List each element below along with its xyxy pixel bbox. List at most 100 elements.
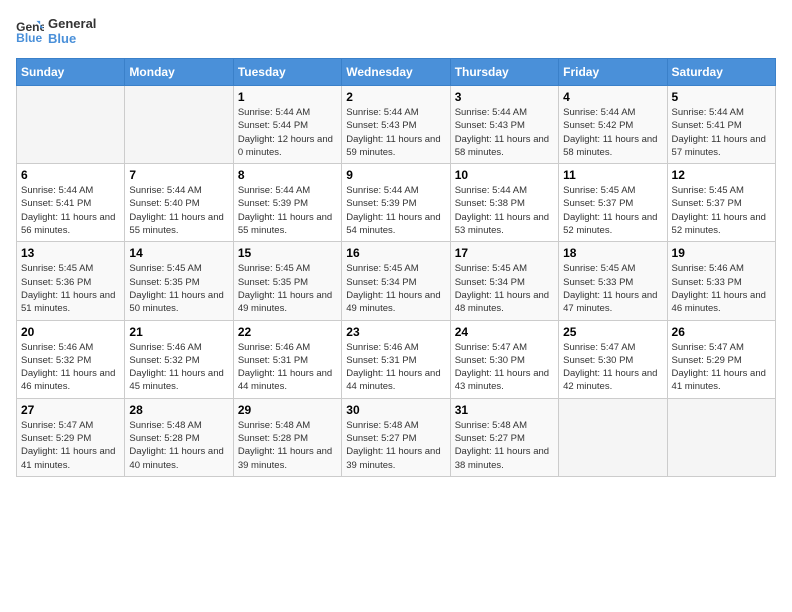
- calendar-week-row: 20 Sunrise: 5:46 AMSunset: 5:32 PMDayligh…: [17, 320, 776, 398]
- calendar-body: 1 Sunrise: 5:44 AMSunset: 5:44 PMDaylight…: [17, 86, 776, 477]
- day-info: Sunrise: 5:48 AMSunset: 5:28 PMDaylight:…: [238, 419, 337, 472]
- day-number: 28: [129, 403, 228, 417]
- calendar-cell: 29 Sunrise: 5:48 AMSunset: 5:28 PMDayligh…: [233, 398, 341, 476]
- day-info: Sunrise: 5:46 AMSunset: 5:33 PMDaylight:…: [672, 262, 771, 315]
- logo-general: General: [48, 16, 96, 31]
- day-number: 29: [238, 403, 337, 417]
- day-number: 23: [346, 325, 445, 339]
- weekday-header: Saturday: [667, 59, 775, 86]
- day-number: 6: [21, 168, 120, 182]
- calendar-cell: 18Sunrise: 5:45 AMSunset: 5:33 PMDayligh…: [559, 242, 667, 320]
- day-number: 26: [672, 325, 771, 339]
- weekday-header: Wednesday: [342, 59, 450, 86]
- day-number: 24: [455, 325, 554, 339]
- day-info: Sunrise: 5:48 AMSunset: 5:27 PMDaylight:…: [455, 419, 554, 472]
- logo-icon: General Blue: [16, 19, 44, 43]
- day-number: 3: [455, 90, 554, 104]
- day-info: Sunrise: 5:48 AMSunset: 5:27 PMDaylight:…: [346, 419, 445, 472]
- calendar-cell: 10 Sunrise: 5:44 AMSunset: 5:38 PMDayligh…: [450, 164, 558, 242]
- calendar-cell: [667, 398, 775, 476]
- calendar-week-row: 27Sunrise: 5:47 AMSunset: 5:29 PMDayligh…: [17, 398, 776, 476]
- calendar-cell: 24Sunrise: 5:47 AMSunset: 5:30 PMDayligh…: [450, 320, 558, 398]
- day-info: Sunrise: 5:44 AMSunset: 5:39 PMDaylight:…: [346, 184, 445, 237]
- calendar-cell: 14 Sunrise: 5:45 AMSunset: 5:35 PMDayligh…: [125, 242, 233, 320]
- logo-blue: Blue: [48, 31, 96, 46]
- day-number: 30: [346, 403, 445, 417]
- day-number: 20: [21, 325, 120, 339]
- calendar-cell: 13Sunrise: 5:45 AMSunset: 5:36 PMDayligh…: [17, 242, 125, 320]
- calendar-week-row: 1 Sunrise: 5:44 AMSunset: 5:44 PMDaylight…: [17, 86, 776, 164]
- calendar-cell: [559, 398, 667, 476]
- day-info: Sunrise: 5:45 AMSunset: 5:36 PMDaylight:…: [21, 262, 120, 315]
- day-number: 8: [238, 168, 337, 182]
- day-number: 25: [563, 325, 662, 339]
- calendar-cell: 2 Sunrise: 5:44 AMSunset: 5:43 PMDaylight…: [342, 86, 450, 164]
- calendar-cell: 8 Sunrise: 5:44 AMSunset: 5:39 PMDaylight…: [233, 164, 341, 242]
- calendar-cell: 7 Sunrise: 5:44 AMSunset: 5:40 PMDaylight…: [125, 164, 233, 242]
- calendar-cell: 19 Sunrise: 5:46 AMSunset: 5:33 PMDayligh…: [667, 242, 775, 320]
- calendar-cell: 30 Sunrise: 5:48 AMSunset: 5:27 PMDayligh…: [342, 398, 450, 476]
- day-info: Sunrise: 5:44 AMSunset: 5:43 PMDaylight:…: [455, 106, 554, 159]
- logo: General Blue General Blue: [16, 16, 96, 46]
- day-number: 11: [563, 168, 662, 182]
- day-number: 7: [129, 168, 228, 182]
- svg-text:Blue: Blue: [16, 31, 42, 43]
- calendar-header-row: SundayMondayTuesdayWednesdayThursdayFrid…: [17, 59, 776, 86]
- day-number: 14: [129, 246, 228, 260]
- day-number: 16: [346, 246, 445, 260]
- day-number: 31: [455, 403, 554, 417]
- calendar-table: SundayMondayTuesdayWednesdayThursdayFrid…: [16, 58, 776, 477]
- day-number: 5: [672, 90, 771, 104]
- calendar-cell: 23Sunrise: 5:46 AMSunset: 5:31 PMDayligh…: [342, 320, 450, 398]
- day-info: Sunrise: 5:44 AMSunset: 5:40 PMDaylight:…: [129, 184, 228, 237]
- calendar-cell: 9 Sunrise: 5:44 AMSunset: 5:39 PMDaylight…: [342, 164, 450, 242]
- calendar-cell: 31 Sunrise: 5:48 AMSunset: 5:27 PMDayligh…: [450, 398, 558, 476]
- weekday-header: Thursday: [450, 59, 558, 86]
- calendar-cell: 16 Sunrise: 5:45 AMSunset: 5:34 PMDayligh…: [342, 242, 450, 320]
- day-info: Sunrise: 5:44 AMSunset: 5:38 PMDaylight:…: [455, 184, 554, 237]
- day-number: 17: [455, 246, 554, 260]
- calendar-cell: 12Sunrise: 5:45 AMSunset: 5:37 PMDayligh…: [667, 164, 775, 242]
- day-number: 19: [672, 246, 771, 260]
- day-info: Sunrise: 5:47 AMSunset: 5:30 PMDaylight:…: [563, 341, 662, 394]
- calendar-cell: 27Sunrise: 5:47 AMSunset: 5:29 PMDayligh…: [17, 398, 125, 476]
- calendar-cell: 22Sunrise: 5:46 AMSunset: 5:31 PMDayligh…: [233, 320, 341, 398]
- day-number: 9: [346, 168, 445, 182]
- calendar-cell: 26Sunrise: 5:47 AMSunset: 5:29 PMDayligh…: [667, 320, 775, 398]
- day-number: 10: [455, 168, 554, 182]
- day-info: Sunrise: 5:48 AMSunset: 5:28 PMDaylight:…: [129, 419, 228, 472]
- day-number: 4: [563, 90, 662, 104]
- day-info: Sunrise: 5:47 AMSunset: 5:29 PMDaylight:…: [21, 419, 120, 472]
- day-info: Sunrise: 5:44 AMSunset: 5:41 PMDaylight:…: [672, 106, 771, 159]
- day-info: Sunrise: 5:45 AMSunset: 5:37 PMDaylight:…: [563, 184, 662, 237]
- day-info: Sunrise: 5:45 AMSunset: 5:34 PMDaylight:…: [455, 262, 554, 315]
- calendar-cell: 1 Sunrise: 5:44 AMSunset: 5:44 PMDaylight…: [233, 86, 341, 164]
- calendar-cell: 17 Sunrise: 5:45 AMSunset: 5:34 PMDayligh…: [450, 242, 558, 320]
- calendar-cell: 3 Sunrise: 5:44 AMSunset: 5:43 PMDaylight…: [450, 86, 558, 164]
- day-number: 21: [129, 325, 228, 339]
- day-number: 22: [238, 325, 337, 339]
- calendar-cell: 5 Sunrise: 5:44 AMSunset: 5:41 PMDaylight…: [667, 86, 775, 164]
- calendar-cell: 28 Sunrise: 5:48 AMSunset: 5:28 PMDayligh…: [125, 398, 233, 476]
- calendar-cell: 11 Sunrise: 5:45 AMSunset: 5:37 PMDayligh…: [559, 164, 667, 242]
- calendar-cell: 4 Sunrise: 5:44 AMSunset: 5:42 PMDaylight…: [559, 86, 667, 164]
- calendar-cell: 20 Sunrise: 5:46 AMSunset: 5:32 PMDayligh…: [17, 320, 125, 398]
- day-info: Sunrise: 5:44 AMSunset: 5:39 PMDaylight:…: [238, 184, 337, 237]
- day-info: Sunrise: 5:46 AMSunset: 5:32 PMDaylight:…: [21, 341, 120, 394]
- calendar-cell: [17, 86, 125, 164]
- calendar-cell: [125, 86, 233, 164]
- weekday-header: Friday: [559, 59, 667, 86]
- day-number: 15: [238, 246, 337, 260]
- calendar-cell: 6 Sunrise: 5:44 AMSunset: 5:41 PMDaylight…: [17, 164, 125, 242]
- day-info: Sunrise: 5:46 AMSunset: 5:32 PMDaylight:…: [129, 341, 228, 394]
- day-number: 18: [563, 246, 662, 260]
- calendar-cell: 15Sunrise: 5:45 AMSunset: 5:35 PMDayligh…: [233, 242, 341, 320]
- day-info: Sunrise: 5:44 AMSunset: 5:42 PMDaylight:…: [563, 106, 662, 159]
- day-info: Sunrise: 5:45 AMSunset: 5:34 PMDaylight:…: [346, 262, 445, 315]
- day-info: Sunrise: 5:44 AMSunset: 5:44 PMDaylight:…: [238, 106, 337, 159]
- day-number: 1: [238, 90, 337, 104]
- day-number: 2: [346, 90, 445, 104]
- day-info: Sunrise: 5:44 AMSunset: 5:43 PMDaylight:…: [346, 106, 445, 159]
- day-info: Sunrise: 5:44 AMSunset: 5:41 PMDaylight:…: [21, 184, 120, 237]
- day-info: Sunrise: 5:45 AMSunset: 5:35 PMDaylight:…: [129, 262, 228, 315]
